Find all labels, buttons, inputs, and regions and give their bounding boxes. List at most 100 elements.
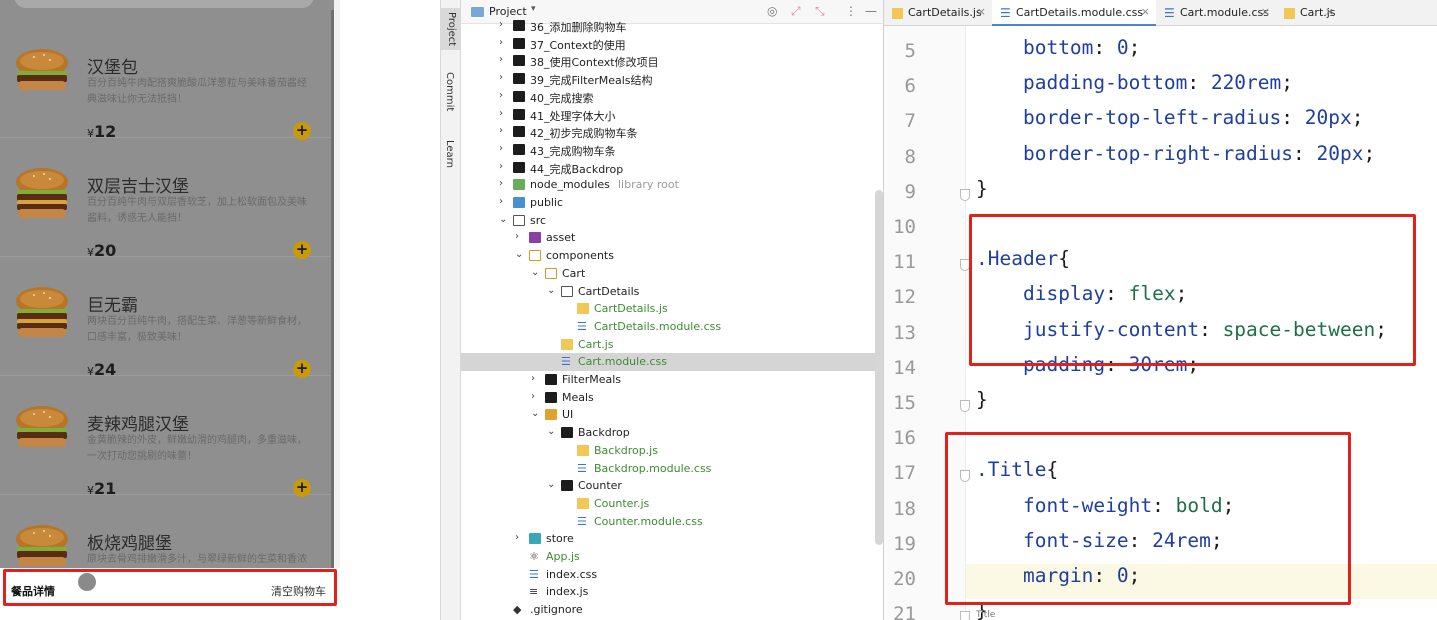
line-number: 21 bbox=[893, 603, 916, 620]
tree-item[interactable]: ⌄ CartDetails bbox=[461, 283, 883, 301]
tree-item[interactable]: ◆ .gitignore bbox=[461, 601, 883, 619]
react-icon: ⚛ bbox=[529, 550, 539, 563]
more-options-icon[interactable]: ⋮ bbox=[845, 4, 857, 18]
tree-expand-arrow-icon[interactable]: › bbox=[515, 532, 519, 543]
tree-item[interactable]: ⌄ Counter bbox=[461, 477, 883, 495]
tree-expand-arrow-icon[interactable]: › bbox=[499, 90, 503, 101]
tree-expand-arrow-icon[interactable]: › bbox=[499, 178, 503, 189]
tree-item[interactable]: ☰ CartDetails.module.css bbox=[461, 318, 883, 336]
code-line[interactable]: } bbox=[976, 388, 988, 423]
tree-expand-arrow-icon[interactable]: › bbox=[499, 72, 503, 83]
editor-tab[interactable]: ☰ CartDetails.module.css × bbox=[992, 0, 1156, 26]
project-tree-scrollbar[interactable] bbox=[875, 190, 883, 545]
tree-item[interactable]: › 41_处理字体大小 bbox=[461, 106, 883, 124]
code-token: : bbox=[1187, 71, 1211, 95]
tree-item[interactable]: ☰ index.css bbox=[461, 566, 883, 584]
tree-item[interactable]: › 38_使用Context修改项目 bbox=[461, 52, 883, 70]
tree-item[interactable]: ⌄ Backdrop bbox=[461, 424, 883, 442]
fold-marker-icon[interactable] bbox=[960, 611, 970, 620]
meal-list-scrollbar[interactable] bbox=[331, 10, 334, 570]
hide-panel-icon[interactable]: — bbox=[865, 4, 877, 18]
tree-item[interactable]: ☰ Counter.module.css bbox=[461, 513, 883, 531]
tree-expand-arrow-icon[interactable]: › bbox=[499, 161, 503, 172]
tree-item[interactable]: › node_modules library root bbox=[461, 176, 883, 194]
tree-expand-arrow-icon[interactable]: › bbox=[531, 373, 535, 384]
tree-item[interactable]: CartDetails.js bbox=[461, 300, 883, 318]
tree-item[interactable]: › store bbox=[461, 530, 883, 548]
tree-item[interactable]: › 40_完成搜索 bbox=[461, 88, 883, 106]
tree-item-label: Backdrop.module.css bbox=[594, 461, 712, 475]
code-token: ; bbox=[1363, 141, 1376, 165]
burger-image bbox=[12, 279, 72, 339]
tree-item[interactable]: › 36_添加删除购物车 bbox=[461, 17, 883, 35]
close-icon[interactable]: × bbox=[977, 5, 986, 18]
tool-tab-learn[interactable]: Learn bbox=[444, 140, 455, 168]
tree-item[interactable]: ⚛ App.js bbox=[461, 548, 883, 566]
tree-item[interactable]: › 42_初步完成购物车条 bbox=[461, 123, 883, 141]
code-line[interactable]: padding-bottom: 220rem; bbox=[976, 71, 1293, 106]
tree-expand-arrow-icon[interactable]: › bbox=[499, 37, 503, 48]
tool-tab-project[interactable]: Project bbox=[441, 8, 461, 51]
tree-expand-arrow-icon[interactable]: › bbox=[531, 391, 535, 402]
close-icon[interactable]: × bbox=[1325, 5, 1334, 18]
tree-expand-arrow-icon[interactable]: › bbox=[499, 196, 503, 207]
tree-item[interactable]: ≡ index.js bbox=[461, 583, 883, 601]
tree-item[interactable]: Counter.js bbox=[461, 495, 883, 513]
tree-expand-arrow-icon[interactable]: ⌄ bbox=[531, 408, 539, 419]
tree-item[interactable]: › FilterMeals bbox=[461, 371, 883, 389]
editor-tab[interactable]: CartDetails.js × bbox=[884, 0, 992, 26]
fold-marker-icon[interactable] bbox=[960, 400, 970, 412]
tree-item[interactable]: › 37_Context的使用 bbox=[461, 35, 883, 53]
tree-expand-arrow-icon[interactable]: › bbox=[499, 108, 503, 119]
close-icon[interactable]: × bbox=[1261, 5, 1270, 18]
meal-item: 双层吉士汉堡 百分百纯牛肉与双层香软芝，加上松软面包及美味酱料，诱惑无人能挡！ … bbox=[0, 138, 334, 260]
editor-tab[interactable]: Cart.js × bbox=[1276, 0, 1340, 26]
js-list-icon: ≡ bbox=[529, 585, 539, 599]
meal-item: 麦辣鸡腿汉堡 金黄脆辣的外皮，鲜嫩幼滑的鸡腿肉，多重滋味，一次打动您挑剔的味蕾！… bbox=[0, 376, 334, 498]
tree-item-label: public bbox=[530, 196, 564, 209]
tree-expand-arrow-icon[interactable]: › bbox=[499, 54, 503, 65]
code-line[interactable]: bottom: 0; bbox=[976, 36, 1140, 71]
tree-item[interactable]: ⌄ Cart bbox=[461, 265, 883, 283]
line-number: 5 bbox=[904, 40, 916, 62]
tree-item[interactable]: › 43_完成购物车条 bbox=[461, 141, 883, 159]
tree-expand-arrow-icon[interactable]: ⌄ bbox=[547, 285, 555, 296]
tree-item[interactable]: Cart.js bbox=[461, 336, 883, 354]
tree-expand-arrow-icon[interactable]: › bbox=[499, 125, 503, 136]
tree-item[interactable]: › public bbox=[461, 194, 883, 212]
tree-expand-arrow-icon[interactable]: › bbox=[515, 231, 519, 242]
tree-item[interactable]: ☰ Backdrop.module.css bbox=[461, 460, 883, 478]
folder-purple-icon bbox=[529, 232, 541, 244]
tree-expand-arrow-icon[interactable]: ⌄ bbox=[515, 249, 523, 260]
chevron-down-icon[interactable]: ▾ bbox=[531, 4, 536, 14]
tree-expand-arrow-icon[interactable]: ⌄ bbox=[547, 426, 555, 437]
tree-item[interactable]: ⌄ src bbox=[461, 212, 883, 230]
code-line[interactable]: } bbox=[976, 177, 988, 212]
tree-expand-arrow-icon[interactable]: › bbox=[499, 143, 503, 154]
tree-expand-arrow-icon[interactable]: › bbox=[499, 19, 503, 30]
tree-item[interactable]: › 39_完成FilterMeals结构 bbox=[461, 70, 883, 88]
tool-tab-commit[interactable]: Commit bbox=[444, 72, 455, 111]
code-line[interactable]: border-top-right-radius: 20px; bbox=[976, 142, 1375, 177]
tree-item[interactable]: ⌄ UI bbox=[461, 406, 883, 424]
target-icon[interactable]: ◎ bbox=[767, 4, 777, 18]
tree-expand-arrow-icon[interactable]: ⌄ bbox=[499, 214, 507, 225]
tree-item[interactable]: › asset bbox=[461, 229, 883, 247]
tree-item-note: library root bbox=[618, 178, 679, 192]
tree-expand-arrow-icon[interactable]: ⌄ bbox=[531, 267, 539, 278]
code-line[interactable]: border-top-left-radius: 20px; bbox=[976, 106, 1363, 141]
tree-item-label: Cart.module.css bbox=[578, 355, 667, 369]
fold-marker-icon[interactable] bbox=[960, 188, 970, 201]
editor-tab[interactable]: ☰ Cart.module.css × bbox=[1156, 0, 1276, 26]
tree-item[interactable]: ⌄ components bbox=[461, 247, 883, 265]
tree-item[interactable]: ☰ Cart.module.css bbox=[461, 353, 883, 372]
code-token: : bbox=[1093, 36, 1117, 59]
clear-cart-button[interactable]: 清空购物车 bbox=[271, 583, 326, 599]
search-bar[interactable] bbox=[14, 0, 314, 8]
tree-item[interactable]: Backdrop.js bbox=[461, 442, 883, 460]
meal-name: 双层吉士汉堡 bbox=[87, 177, 189, 197]
close-icon[interactable]: × bbox=[1141, 5, 1150, 18]
tree-item[interactable]: › Meals bbox=[461, 389, 883, 407]
tree-expand-arrow-icon[interactable]: ⌄ bbox=[547, 479, 555, 490]
tree-item[interactable]: › 44_完成Backdrop bbox=[461, 159, 883, 177]
